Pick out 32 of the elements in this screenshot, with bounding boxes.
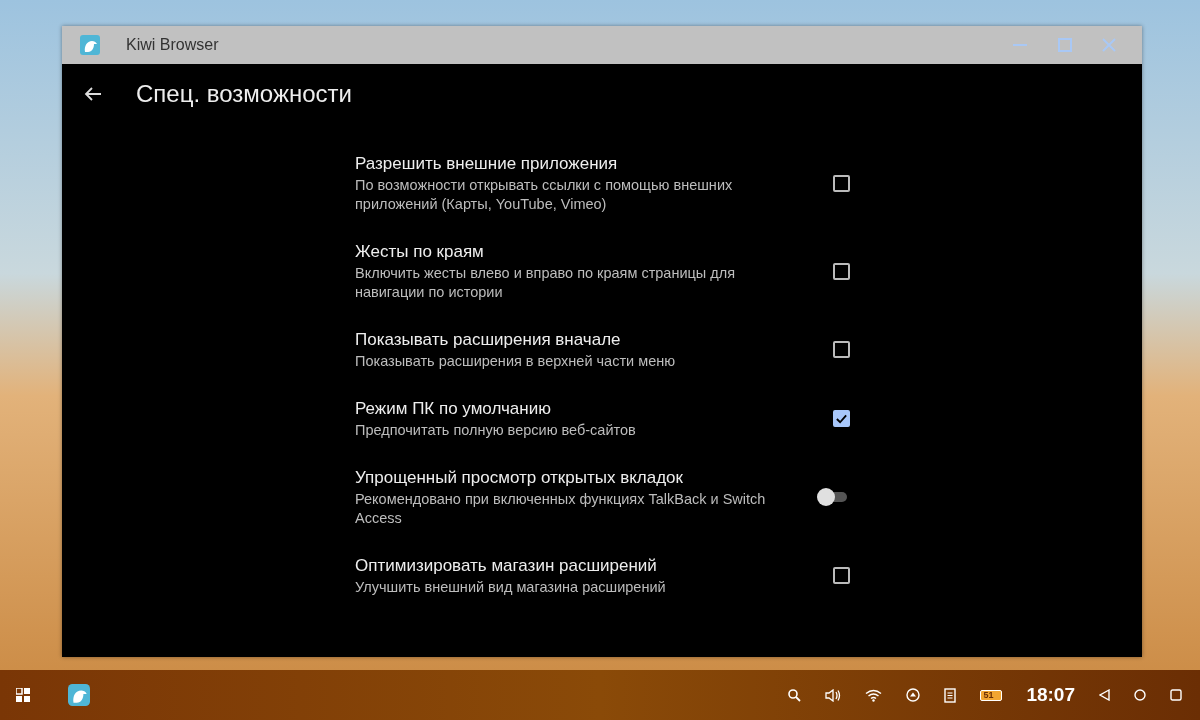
window-title: Kiwi Browser [126, 36, 219, 54]
checkbox[interactable] [833, 174, 850, 192]
back-arrow-icon[interactable] [84, 86, 102, 102]
wifi-icon[interactable] [865, 688, 883, 702]
eject-icon[interactable] [906, 688, 921, 702]
notes-icon[interactable] [944, 687, 957, 703]
setting-description: Показывать расширения в верхней части меню [355, 352, 677, 371]
recents-icon[interactable] [1170, 689, 1182, 701]
setting-description: Предпочитать полную версию веб-сайтов [355, 421, 637, 440]
setting-title: Режим ПК по умолчанию [355, 398, 552, 420]
setting-title: Разрешить внешние приложения [355, 153, 619, 175]
clock: 18:07 [1026, 684, 1075, 706]
setting-title: Жесты по краям [355, 241, 485, 263]
checkbox[interactable] [833, 410, 850, 427]
app-grid-icon[interactable] [16, 688, 30, 702]
setting-description: По возможности открывать ссылки с помощью внешних приложений (Карты, YouTube, Vimeo) [355, 176, 734, 214]
setting-description: Улучшить внешний вид магазина расширений [355, 578, 667, 597]
setting-title: Оптимизировать магазин расширений [355, 555, 658, 577]
home-icon[interactable] [1134, 689, 1146, 701]
volume-icon[interactable] [825, 688, 842, 702]
checkbox[interactable] [833, 341, 850, 358]
checkbox[interactable] [833, 567, 850, 584]
checkbox[interactable] [833, 262, 850, 280]
battery-indicator: 51 [980, 689, 1003, 701]
toggle-switch[interactable] [817, 487, 847, 507]
page-title: Спец. возможности [136, 80, 352, 108]
setting-description: Включить жесты влево и вправо по краям страницы для навигации по истории [355, 264, 737, 302]
setting-title: Показывать расширения вначале [355, 329, 622, 351]
search-icon[interactable] [788, 688, 802, 702]
setting-title: Упрощенный просмотр открытых вкладок [355, 467, 684, 489]
back-icon[interactable] [1099, 689, 1110, 701]
setting-description: Рекомендовано при включенных функциях TalkBack и Switch Access [355, 490, 767, 528]
